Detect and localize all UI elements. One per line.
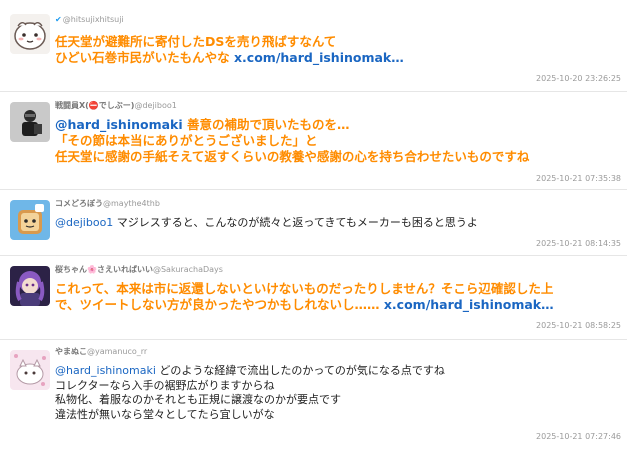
text-line: コレクターなら入手の裾野広がりますからね xyxy=(55,378,275,392)
text-segment: マジレスすると、こんなのが続々と返ってきてもメーカーも困ると思うよ xyxy=(113,216,478,229)
tweet: 桜ちゃん🌸さえいればいい@SakurachaDays これって、本来は市に返還し… xyxy=(0,256,627,340)
username[interactable]: @maythe4thb xyxy=(103,199,160,208)
tweet-text: @dejiboo1 マジレスすると、こんなのが続々と返ってきてもメーカーも困ると… xyxy=(55,216,620,231)
tweet-header: コメどろぼう@maythe4thb xyxy=(55,199,160,209)
mention-link[interactable]: @hard_ishinomaki xyxy=(55,364,156,377)
username[interactable]: @yamanuco_rr xyxy=(87,347,147,356)
tweet-header: やまぬこ@yamanuco_rr xyxy=(55,347,147,357)
text-line: これって、本来は市に返還しないといけないものだったりしません？そこら辺確認した上 xyxy=(55,281,554,296)
username[interactable]: @hitsujixhitsuji xyxy=(63,15,124,24)
display-name[interactable]: コメどろぼう xyxy=(55,199,103,208)
text-segment: ひどい石巻市民がいたもんやな xyxy=(55,50,234,65)
tweet: コメどろぼう@maythe4thb @dejiboo1 マジレスすると、こんなの… xyxy=(0,190,627,256)
text-line: @hard_ishinomaki どのような経緯で流出したのかってのが気になる点… xyxy=(55,364,620,379)
avatar[interactable] xyxy=(10,266,50,306)
avatar[interactable] xyxy=(10,102,50,142)
text-segment: 善意の補助で頂いたものを… xyxy=(182,117,350,132)
display-name[interactable]: やまぬこ xyxy=(55,347,87,356)
verified-icon: ✔ xyxy=(55,15,62,24)
timestamp[interactable]: 2025-10-21 08:58:25 xyxy=(536,321,621,330)
text-line: @hard_ishinomaki 善意の補助で頂いたものを… xyxy=(55,117,620,133)
avatar[interactable] xyxy=(10,200,50,240)
tweet-header: 桜ちゃん🌸さえいればいい@SakurachaDays xyxy=(55,265,223,275)
text-line: 任天堂に感謝の手紙そえて返すくらいの教養や感謝の心を持ち合わせたいものですね xyxy=(55,149,530,164)
text-line: @dejiboo1 マジレスすると、こんなのが続々と返ってきてもメーカーも困ると… xyxy=(55,216,620,231)
timeline: ✔@hitsujixhitsuji 任天堂が避難所に寄付したDSを売り飛ばすなん… xyxy=(0,0,627,449)
text-line: 「その節は本当にありがとうございました」と xyxy=(55,133,318,148)
username[interactable]: @SakurachaDays xyxy=(153,265,223,274)
tweet-text: 任天堂が避難所に寄付したDSを売り飛ばすなんて ひどい石巻市民がいたもんやな x… xyxy=(55,34,620,66)
text-segment: どのような経緯で流出したのかってのが気になる点ですね xyxy=(155,364,445,377)
tweet-text: これって、本来は市に返還しないといけないものだったりしません？そこら辺確認した上… xyxy=(55,281,620,313)
display-name[interactable]: 戦闘員X(⛔でしぶー) xyxy=(55,101,134,110)
timestamp[interactable]: 2025-10-21 07:27:46 xyxy=(536,432,621,441)
tweet: ✔@hitsujixhitsuji 任天堂が避難所に寄付したDSを売り飛ばすなん… xyxy=(0,0,627,92)
text-line: で、ツイートしない方が良かったやつかもしれないし…… x.com/hard_is… xyxy=(55,297,620,313)
text-line: 私物化、着服なのかそれとも正規に譲渡なのかが要点です xyxy=(55,393,341,406)
tweet-link[interactable]: x.com/hard_ishinomak… xyxy=(234,50,404,65)
tweet-header: ✔@hitsujixhitsuji xyxy=(55,15,124,25)
avatar[interactable] xyxy=(10,350,50,390)
mention-link[interactable]: @hard_ishinomaki xyxy=(55,117,183,132)
tweet-text: @hard_ishinomaki 善意の補助で頂いたものを… 「その節は本当にあ… xyxy=(55,117,620,165)
tweet: やまぬこ@yamanuco_rr @hard_ishinomaki どのような経… xyxy=(0,340,627,449)
username[interactable]: @dejiboo1 xyxy=(134,101,176,110)
tweet-text: @hard_ishinomaki どのような経緯で流出したのかってのが気になる点… xyxy=(55,364,620,422)
mention-link[interactable]: @dejiboo1 xyxy=(55,216,113,229)
tweet: 戦闘員X(⛔でしぶー)@dejiboo1 @hard_ishinomaki 善意… xyxy=(0,92,627,190)
timestamp[interactable]: 2025-10-21 07:35:38 xyxy=(536,174,621,183)
text-line: 違法性が無いなら堂々としてたら宜しいがな xyxy=(55,407,275,421)
tweet-header: 戦闘員X(⛔でしぶー)@dejiboo1 xyxy=(55,101,177,111)
display-name[interactable]: 桜ちゃん🌸さえいればいい xyxy=(55,265,153,274)
timestamp[interactable]: 2025-10-21 08:14:35 xyxy=(536,239,621,248)
text-segment: で、ツイートしない方が良かったやつかもしれないし…… xyxy=(55,297,384,312)
avatar[interactable] xyxy=(10,14,50,54)
timestamp[interactable]: 2025-10-20 23:26:25 xyxy=(536,74,621,83)
tweet-link[interactable]: x.com/hard_ishinomak… xyxy=(384,297,554,312)
text-line: 任天堂が避難所に寄付したDSを売り飛ばすなんて xyxy=(55,34,337,49)
text-line: ひどい石巻市民がいたもんやな x.com/hard_ishinomak… xyxy=(55,50,620,66)
